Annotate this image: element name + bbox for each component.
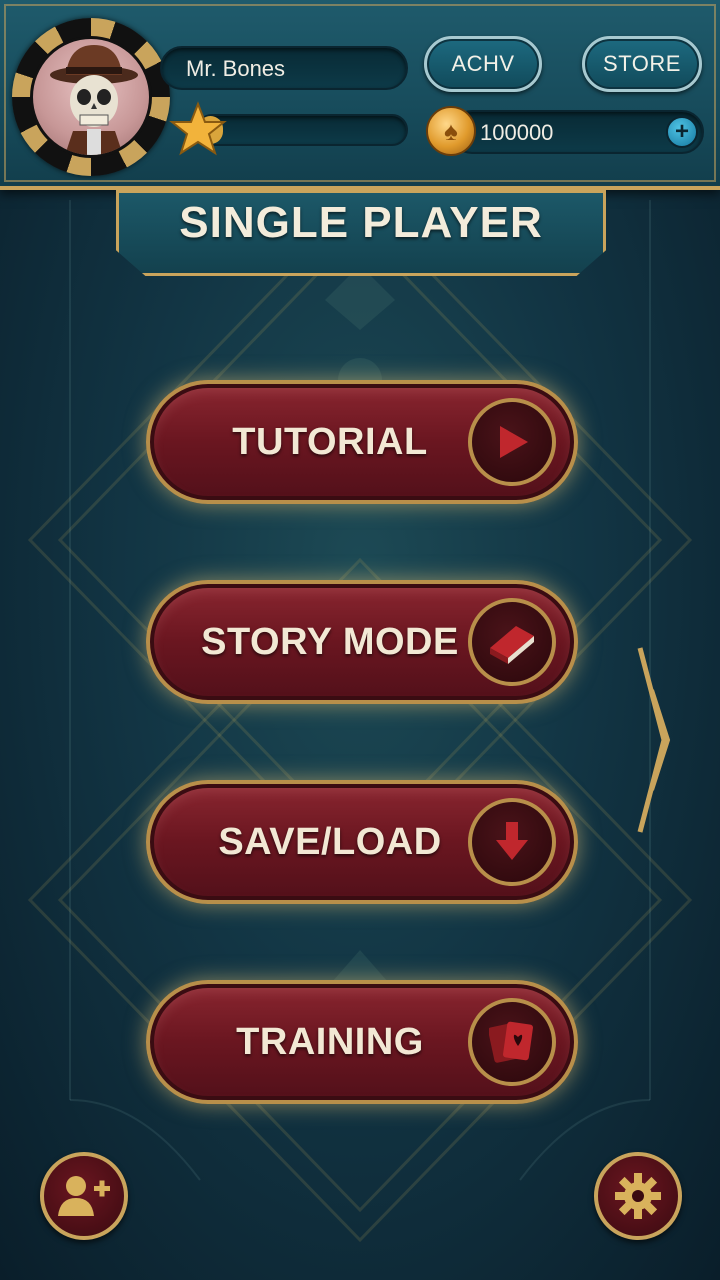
add-friend-icon <box>58 1176 110 1216</box>
achievements-button[interactable]: ACHV <box>424 36 542 92</box>
story-mode-button[interactable]: STORY MODE <box>146 580 578 704</box>
training-label: TRAINING <box>236 1020 424 1063</box>
add-coins-button[interactable]: + <box>666 116 698 148</box>
play-icon <box>468 398 556 486</box>
avatar[interactable] <box>30 36 152 158</box>
book-icon <box>468 598 556 686</box>
add-friend-button[interactable] <box>40 1152 128 1240</box>
next-page-arrow-icon[interactable] <box>632 640 682 840</box>
cards-icon <box>468 998 556 1086</box>
player-name: Mr. Bones <box>186 56 286 81</box>
page-title: SINGLE PLAYER <box>179 198 543 247</box>
tutorial-button[interactable]: TUTORIAL <box>146 380 578 504</box>
tutorial-label: TUTORIAL <box>232 420 428 463</box>
training-button[interactable]: TRAINING <box>146 980 578 1104</box>
gear-icon <box>615 1173 661 1219</box>
save-load-label: SAVE/LOAD <box>218 820 442 863</box>
store-button[interactable]: STORE <box>582 36 702 92</box>
coin-icon: ♠ <box>426 106 476 156</box>
star-level-icon <box>169 101 227 156</box>
save-load-button[interactable]: SAVE/LOAD <box>146 780 578 904</box>
settings-button[interactable] <box>594 1152 682 1240</box>
coin-balance: 100000 <box>480 120 554 145</box>
download-arrow-icon <box>468 798 556 886</box>
story-mode-label: STORY MODE <box>201 620 459 663</box>
